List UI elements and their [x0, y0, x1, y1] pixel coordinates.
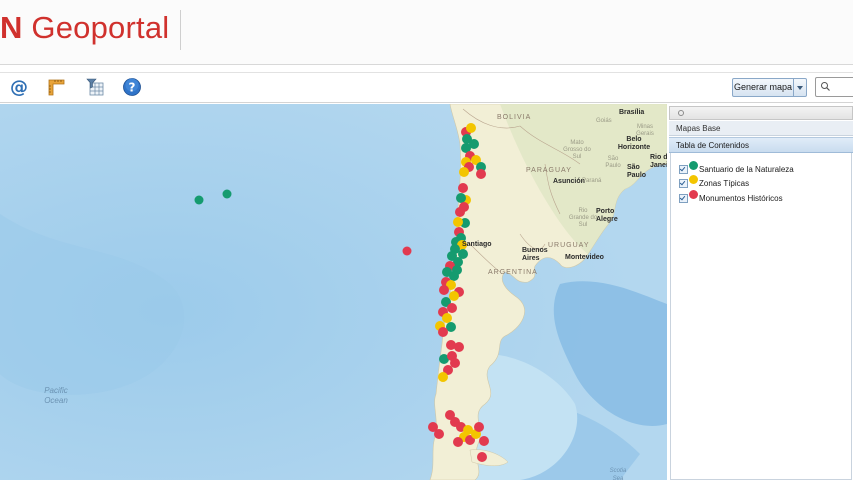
city-label: Buenos Aires — [522, 247, 548, 262]
city-label: Montevideo — [565, 254, 604, 261]
panel-header[interactable] — [669, 106, 853, 120]
region-label: Minas Gerais — [636, 124, 654, 137]
region-label: Rio Grande do Sul — [568, 208, 598, 228]
country-label: PARAGUAY — [526, 167, 572, 174]
city-label: Asunción — [553, 178, 585, 185]
layer-label: Santuario de la Naturaleza — [699, 164, 794, 174]
map-toolbar: @ ? Generar mapa — [0, 72, 853, 103]
logo-initial: N — [0, 10, 23, 45]
city-label: Porto Alegre — [596, 208, 618, 223]
country-label: ARGENTINA — [488, 269, 538, 276]
green-dot-icon — [689, 160, 698, 170]
app-header: N Geoportal — [0, 0, 853, 65]
logo-text: Geoportal — [31, 10, 170, 45]
side-panel: Mapas Base Tabla de Contenidos Santuario… — [669, 106, 853, 480]
ocean-label: Scotia Sea — [609, 468, 627, 480]
red-dot-icon — [689, 189, 698, 199]
ocean-label: Pacific Ocean — [44, 386, 68, 405]
region-label: Paraná — [582, 178, 602, 184]
city-label: Brasília — [619, 109, 645, 116]
layer-item-zonas[interactable]: Zonas Típicas — [679, 174, 750, 190]
search-input[interactable] — [815, 77, 853, 97]
city-label: Belo Horizonte — [617, 136, 651, 151]
layer-item-monumentos[interactable]: Monumentos Históricos — [679, 189, 783, 205]
map-view[interactable]: BOLIVIA PARAGUAY URUGUAY ARGENTINA Brasí… — [0, 104, 667, 480]
city-label: São Paulo — [627, 164, 647, 179]
layer-label: Zonas Típicas — [699, 178, 750, 188]
logo-divider — [180, 10, 181, 50]
generate-map-dropdown[interactable] — [793, 78, 807, 97]
layer-checkbox[interactable] — [679, 178, 688, 188]
region-label: Mato Grosso do Sul — [563, 140, 591, 160]
svg-text:@: @ — [10, 77, 28, 97]
country-label: BOLIVIA — [497, 114, 532, 121]
tab-table-of-contents[interactable]: Tabla de Contenidos — [669, 137, 853, 153]
layer-checkbox[interactable] — [679, 193, 688, 203]
filter-table-icon[interactable] — [84, 77, 106, 97]
region-label: Goiás — [596, 118, 612, 124]
app-logo[interactable]: N Geoportal — [0, 10, 169, 46]
generate-map-button[interactable]: Generar mapa — [732, 78, 794, 97]
search-icon — [821, 82, 830, 91]
plus-icon[interactable] — [678, 110, 684, 116]
tab-base-maps[interactable]: Mapas Base — [669, 121, 853, 136]
table-of-contents: Santuario de la Naturaleza Zonas Típicas… — [670, 153, 852, 480]
layer-label: Monumentos Históricos — [699, 193, 783, 203]
help-icon[interactable]: ? — [121, 77, 143, 97]
region-label: São Paulo — [605, 156, 621, 169]
layer-checkbox[interactable] — [679, 164, 688, 174]
svg-text:?: ? — [129, 81, 136, 95]
ruler-icon[interactable] — [45, 77, 67, 97]
at-sign-icon[interactable]: @ — [8, 77, 30, 97]
country-label: URUGUAY — [548, 242, 590, 249]
layer-item-santuario[interactable]: Santuario de la Naturaleza — [679, 160, 794, 176]
yellow-dot-icon — [689, 174, 698, 184]
city-label: Santiago — [462, 241, 492, 248]
